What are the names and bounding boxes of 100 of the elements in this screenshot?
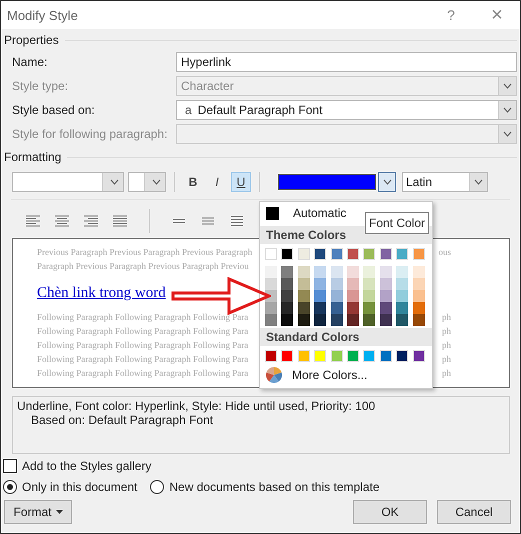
color-swatch[interactable] <box>281 266 294 278</box>
color-swatch[interactable] <box>298 248 310 260</box>
script-dropdown[interactable]: Latin <box>402 172 488 192</box>
color-swatch[interactable] <box>330 248 343 260</box>
color-swatch[interactable] <box>314 314 326 326</box>
color-swatch[interactable] <box>412 302 425 314</box>
color-swatch[interactable] <box>265 266 277 278</box>
color-swatch[interactable] <box>330 266 343 278</box>
color-swatch[interactable] <box>314 290 326 302</box>
color-swatch[interactable] <box>346 290 359 302</box>
color-swatch[interactable] <box>265 278 277 290</box>
color-swatch[interactable] <box>412 278 425 290</box>
color-swatch[interactable] <box>330 278 343 290</box>
color-swatch[interactable] <box>281 302 294 314</box>
color-swatch[interactable] <box>412 350 425 362</box>
color-swatch[interactable] <box>363 350 376 362</box>
style-toggle-button[interactable]: I <box>207 172 227 192</box>
align-icon[interactable] <box>54 215 70 227</box>
color-swatch[interactable] <box>346 350 359 362</box>
cancel-button[interactable]: Cancel <box>437 500 511 524</box>
chevron-icon <box>144 173 165 191</box>
align-icon[interactable] <box>25 215 41 227</box>
color-swatch[interactable] <box>396 266 408 278</box>
radio-button[interactable] <box>150 480 164 494</box>
color-swatch[interactable] <box>330 302 343 314</box>
radio-label[interactable]: New documents based on this template <box>169 480 380 494</box>
color-swatch[interactable] <box>281 278 294 290</box>
color-swatch[interactable] <box>396 290 408 302</box>
color-swatch[interactable] <box>314 248 326 260</box>
color-swatch[interactable] <box>265 350 277 362</box>
checkbox-label[interactable]: Add to the Styles gallery <box>22 458 152 472</box>
color-swatch[interactable] <box>298 278 310 290</box>
color-swatch[interactable] <box>314 302 326 314</box>
color-swatch[interactable] <box>314 278 326 290</box>
preview-text: Paragraph Previous Paragraph Previous Paragraph Previou <box>37 261 249 273</box>
color-swatch[interactable] <box>281 314 294 326</box>
color-swatch[interactable] <box>330 314 343 326</box>
preview-text: ph <box>442 326 452 338</box>
color-swatch[interactable] <box>265 248 277 260</box>
color-swatch[interactable] <box>363 302 376 314</box>
font-dropdown[interactable] <box>12 172 124 192</box>
color-swatch[interactable] <box>363 278 376 290</box>
help-button[interactable]: ? <box>428 1 474 29</box>
color-swatch[interactable] <box>281 350 294 362</box>
color-swatch[interactable] <box>380 278 392 290</box>
color-swatch[interactable] <box>265 314 277 326</box>
color-swatch[interactable] <box>363 314 376 326</box>
color-swatch[interactable] <box>314 350 326 362</box>
spacing-icon[interactable] <box>229 215 245 227</box>
color-swatch[interactable] <box>314 266 326 278</box>
style-toggle-button[interactable]: B <box>183 172 203 192</box>
align-icon[interactable] <box>83 215 99 227</box>
color-swatch[interactable] <box>298 290 310 302</box>
color-swatch[interactable] <box>412 290 425 302</box>
color-swatch[interactable] <box>363 290 376 302</box>
color-swatch[interactable] <box>346 266 359 278</box>
color-swatch[interactable] <box>330 290 343 302</box>
radio-button[interactable] <box>3 480 17 494</box>
color-swatch[interactable] <box>298 266 310 278</box>
color-swatch[interactable] <box>265 302 277 314</box>
style-toggle-button[interactable]: U <box>231 172 251 192</box>
name-field[interactable]: Hyperlink <box>176 52 517 72</box>
color-swatch[interactable] <box>281 248 294 260</box>
close-button[interactable]: × <box>474 1 520 29</box>
color-swatch[interactable] <box>412 266 425 278</box>
ok-button[interactable]: OK <box>353 500 427 524</box>
more-colors-menu-item[interactable]: More Colors... <box>260 364 432 386</box>
chevron-icon <box>498 125 516 143</box>
size-dropdown[interactable] <box>128 172 166 192</box>
color-swatch[interactable] <box>380 350 392 362</box>
color-swatch[interactable] <box>396 302 408 314</box>
color-swatch[interactable] <box>380 314 392 326</box>
color-swatch[interactable] <box>346 302 359 314</box>
color-swatch[interactable] <box>363 248 376 260</box>
color-swatch[interactable] <box>380 266 392 278</box>
color-swatch[interactable] <box>346 314 359 326</box>
color-swatch[interactable] <box>346 248 359 260</box>
color-swatch[interactable] <box>346 278 359 290</box>
color-swatch[interactable] <box>298 302 310 314</box>
color-swatch[interactable] <box>396 278 408 290</box>
color-swatch[interactable] <box>298 350 310 362</box>
align-icon[interactable] <box>112 215 128 227</box>
color-swatch[interactable] <box>281 290 294 302</box>
font-color-dropdown[interactable] <box>278 172 396 192</box>
color-swatch[interactable] <box>412 248 425 260</box>
style-dropdown[interactable]: a Default Paragraph Font <box>176 100 517 120</box>
color-swatch[interactable] <box>396 248 408 260</box>
color-swatch[interactable] <box>380 290 392 302</box>
color-swatch[interactable] <box>298 314 310 326</box>
color-swatch[interactable] <box>330 350 343 362</box>
color-swatch[interactable] <box>380 248 392 260</box>
format-button[interactable]: Format <box>4 500 72 524</box>
color-swatch[interactable] <box>396 314 408 326</box>
color-swatch[interactable] <box>363 266 376 278</box>
spacing-icon[interactable] <box>200 215 216 227</box>
color-swatch[interactable] <box>412 314 425 326</box>
color-swatch[interactable] <box>380 302 392 314</box>
checkbox[interactable] <box>3 458 17 472</box>
color-swatch[interactable] <box>396 350 408 362</box>
radio-label[interactable]: Only in this document <box>22 480 138 494</box>
